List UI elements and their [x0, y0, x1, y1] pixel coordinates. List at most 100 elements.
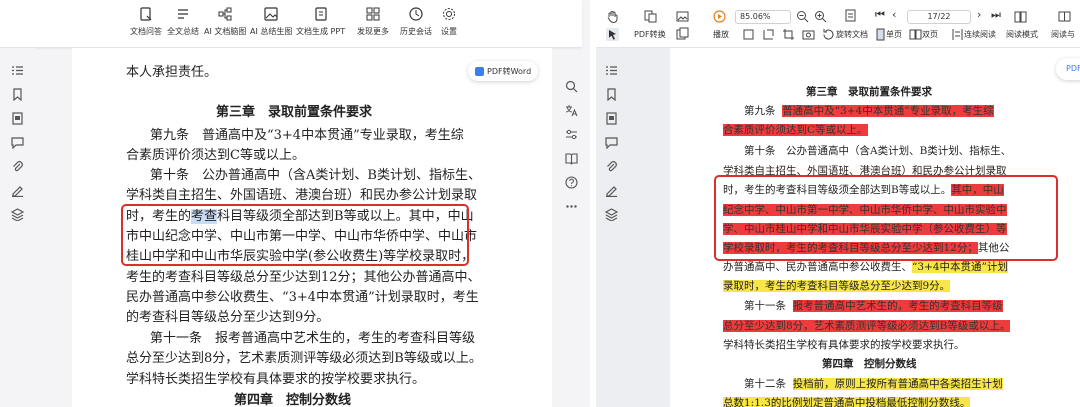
- pdf-toolbar: PDF转换 播放 85.06% 旋转文档 ⏮ ‹ 17/22 › ⏭ 单页 双页…: [596, 0, 1080, 48]
- text-line: 第九条 普通高中及“3+4中本贯通”专业录取，考生综: [150, 128, 464, 143]
- text-line: 的考查科目等级总分至少达到9分。: [126, 310, 330, 325]
- image-icon[interactable]: [676, 10, 689, 23]
- play-label[interactable]: 播放: [713, 29, 729, 40]
- image-gen-button[interactable]: AI 总结生图: [250, 6, 292, 44]
- signature-icon[interactable]: [605, 184, 618, 197]
- text-line: 第十条 公办普通高中（含A类计划、B类计划、指标生、: [744, 145, 1012, 157]
- text-line: 考生的考查科目等级总分至少达到12分；其他公办普通高中、: [126, 270, 481, 285]
- pdf-word-icon: [475, 66, 484, 76]
- prev-page-button[interactable]: ‹: [892, 8, 896, 21]
- red-highlight: 总分至少达到8分，艺术素质测评等级必须达到B等级或以上。: [723, 320, 1011, 332]
- red-highlight: 普通高中及“3+4中本贯通”专业录取，考生综: [782, 105, 994, 117]
- single-page-label[interactable]: 单页: [886, 29, 902, 40]
- text-line: 本人承担责任。: [126, 65, 218, 80]
- translate-icon[interactable]: [565, 104, 578, 117]
- gear-icon: [443, 8, 455, 20]
- last-page-button[interactable]: ⏭: [991, 8, 1001, 22]
- adjust-icon[interactable]: [565, 128, 578, 141]
- search-icon[interactable]: [565, 80, 578, 93]
- first-page-button[interactable]: ⏮: [875, 8, 885, 22]
- ppt-button[interactable]: 文档生成 PPT: [296, 6, 345, 44]
- pdf-convert-icon[interactable]: [644, 10, 657, 23]
- outline-icon[interactable]: [605, 64, 618, 77]
- left-scrollbar[interactable]: [582, 48, 588, 407]
- text-line: 学科特长类招生学校有具体要求的按学校要求执行。: [126, 372, 426, 387]
- yellow-highlight: 录取时，考生的考查科目等级总分至少达到9分。: [723, 280, 951, 292]
- read-mode-label[interactable]: 阅读模式: [1006, 29, 1038, 40]
- pdf-to-word-button[interactable]: PDF转Word: [468, 61, 538, 81]
- book-view-icon[interactable]: [1014, 10, 1027, 23]
- left-sidebar: [0, 48, 36, 407]
- next-page-button[interactable]: ›: [977, 8, 981, 21]
- select-tool-icon[interactable]: [606, 28, 619, 41]
- actual-size-icon[interactable]: [762, 28, 775, 41]
- read-label[interactable]: 阅读与: [1051, 29, 1075, 40]
- crop-icon[interactable]: [782, 28, 795, 41]
- zoom-out-icon[interactable]: [796, 10, 809, 23]
- bookmark-icon[interactable]: [11, 88, 24, 101]
- text-line: 第十条 公办普通高中（含A类计划、B类计划、指标生、: [150, 168, 481, 183]
- yellow-highlight: 总数1:1.3的比例划定普通高中投档最低控制分数线。: [723, 397, 971, 407]
- attachment-icon[interactable]: [605, 160, 618, 173]
- zoom-in-icon[interactable]: [814, 10, 827, 23]
- text-line: 第十二条 投档前，原则上按所有普通高中各类招生计划: [744, 378, 1003, 390]
- signature-icon[interactable]: [11, 184, 24, 197]
- chapter-4-heading: 第四章 控制分数线: [234, 393, 352, 407]
- history-button[interactable]: 历史会话: [400, 6, 432, 44]
- settings-button[interactable]: 设置: [441, 6, 457, 44]
- rotate-icon[interactable]: [822, 28, 835, 41]
- hand-tool-icon[interactable]: [606, 10, 619, 23]
- read-icon[interactable]: [1058, 10, 1071, 23]
- thumbnail-icon[interactable]: [11, 112, 24, 125]
- layers-icon[interactable]: [605, 208, 618, 221]
- text-line: 合素质评价须达到C等或以上。: [723, 122, 868, 137]
- play-icon[interactable]: [713, 10, 726, 23]
- text-line: 合素质评价须达到C等或以上。: [126, 148, 305, 163]
- rotate-label[interactable]: 旋转文档: [836, 29, 868, 40]
- yellow-highlight: 投档前，原则上按所有普通高中各类招生计划: [792, 378, 1003, 390]
- text-line: 总数1:1.3的比例划定普通高中投档最低控制分数线。: [723, 395, 971, 407]
- double-page-label[interactable]: 双页: [922, 29, 938, 40]
- history-icon: [409, 7, 423, 21]
- chapter-4-heading: 第四章 控制分数线: [822, 358, 917, 370]
- summary-button[interactable]: 全文总结: [167, 6, 199, 44]
- thumbnail-icon[interactable]: [605, 112, 618, 125]
- double-page-icon[interactable]: [909, 28, 922, 41]
- screenshot-icon[interactable]: [802, 28, 815, 41]
- help-icon[interactable]: [565, 176, 578, 189]
- outline-icon[interactable]: [11, 64, 24, 77]
- page-number-input[interactable]: 17/22: [907, 10, 971, 24]
- continuous-icon[interactable]: [951, 28, 964, 41]
- pdf-to-word-button[interactable]: PDF: [1056, 58, 1080, 80]
- comment-icon[interactable]: [605, 136, 618, 149]
- red-highlight: 报考普通高中艺术生的，考生的考查科目等级: [792, 300, 1003, 312]
- more-icon[interactable]: [565, 200, 578, 213]
- mindmap-icon: [218, 7, 232, 21]
- zoom-select[interactable]: 85.06%: [735, 10, 791, 24]
- pdf-convert-label[interactable]: PDF转换: [634, 29, 666, 40]
- text-line: 第十一条 报考普通高中艺术生的，考生的考查科目等级: [150, 331, 476, 346]
- text-line: 总分至少达到8分，艺术素质测评等级必须达到B等级或以上。: [126, 351, 482, 366]
- text-line: 办普通高中、民办普通高中参公收费生、“3+4中本贯通”计划: [723, 261, 1008, 273]
- red-annotation-box: [121, 204, 469, 266]
- doc-qa-icon: [140, 7, 152, 21]
- red-highlight: 合素质评价须达到C等或以上。: [723, 124, 868, 136]
- comment-icon[interactable]: [11, 136, 24, 149]
- text-line: 民办普通高中参公收费生、“3+4中本贯通”计划录取时，考生: [126, 290, 479, 305]
- text-line: 录取时，考生的考查科目等级总分至少达到9分。: [723, 278, 951, 293]
- fit-page-icon[interactable]: [844, 9, 857, 22]
- discover-more-button[interactable]: 发现更多: [357, 6, 389, 44]
- ppt-icon: [314, 7, 327, 21]
- fit-width-icon[interactable]: [742, 28, 755, 41]
- chapter-3-heading: 第三章 录取前置条件要求: [216, 105, 373, 120]
- bookmark-icon[interactable]: [605, 88, 618, 101]
- continuous-label[interactable]: 连续阅读: [964, 29, 996, 40]
- image-gen-icon: [264, 7, 278, 21]
- copy-icon[interactable]: [676, 27, 689, 40]
- doc-qa-button[interactable]: 文档问答: [130, 6, 162, 44]
- book-icon[interactable]: [565, 152, 578, 165]
- attachment-icon[interactable]: [11, 160, 24, 173]
- text-line: 第九条 普通高中及“3+4中本贯通”专业录取，考生综: [744, 105, 994, 117]
- layers-icon[interactable]: [11, 208, 24, 221]
- mindmap-button[interactable]: AI 文档脑图: [204, 6, 246, 44]
